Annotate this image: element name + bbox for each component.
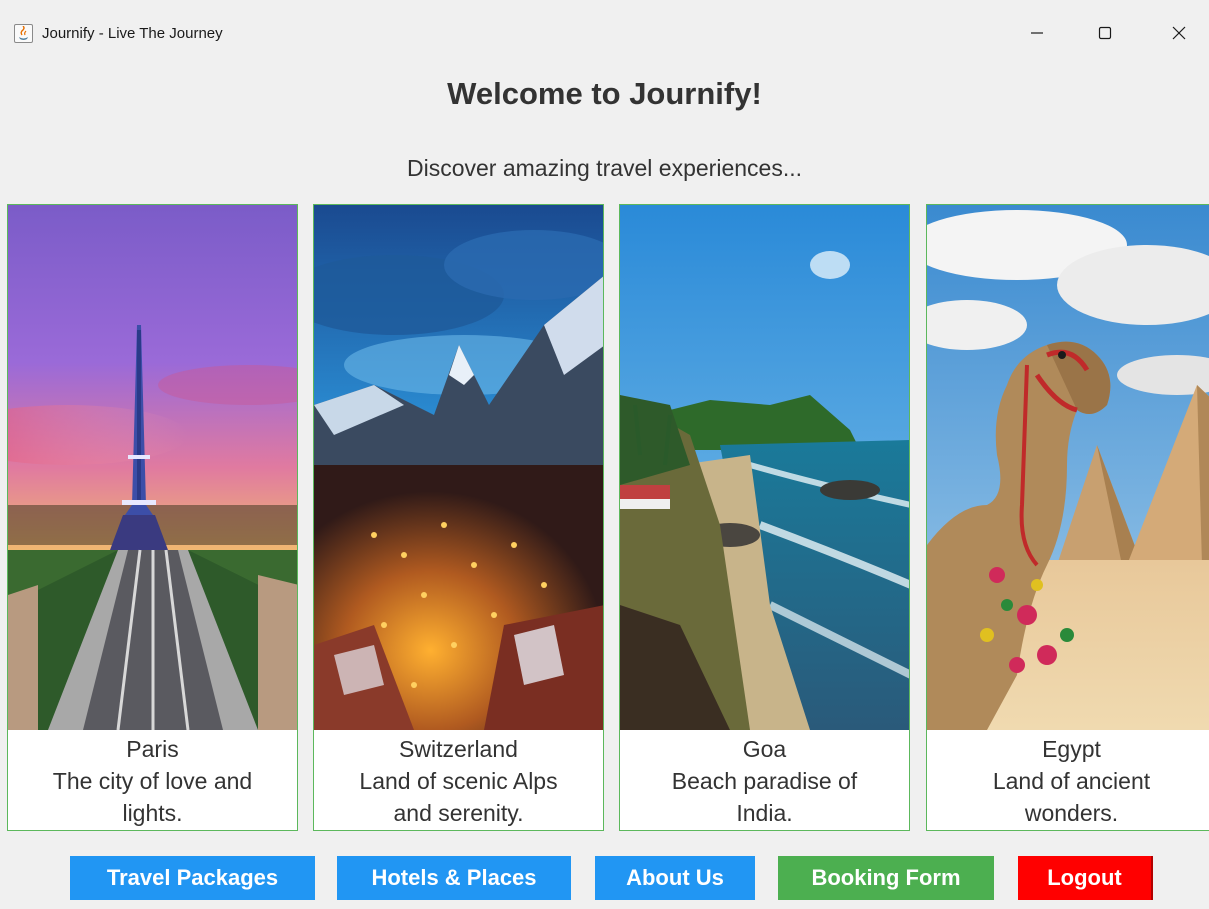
booking-form-button[interactable]: Booking Form: [778, 856, 994, 900]
destination-description-line: and serenity.: [393, 800, 524, 826]
camel-pyramids-photo: [927, 205, 1209, 730]
window-title: Journify - Live The Journey: [42, 25, 223, 42]
eiffel-tower-photo: [8, 205, 297, 730]
minimize-button[interactable]: [1014, 16, 1060, 50]
app-window: Journify - Live The Journey Welcome to J…: [0, 0, 1209, 909]
destination-name: Goa: [742, 736, 787, 762]
destination-description-line: lights.: [122, 800, 183, 826]
about-us-button[interactable]: About Us: [595, 856, 755, 900]
maximize-button[interactable]: [1082, 16, 1128, 50]
card-caption: Paris The city of love and lights.: [8, 733, 297, 829]
close-button[interactable]: [1156, 16, 1202, 50]
close-icon: [1172, 26, 1186, 40]
logout-button[interactable]: Logout: [1018, 856, 1153, 900]
travel-packages-button[interactable]: Travel Packages: [70, 856, 315, 900]
java-app-icon: [14, 24, 33, 43]
title-bar: Journify - Live The Journey: [0, 8, 1209, 58]
beach-coast-photo: [620, 205, 909, 730]
destination-card-goa[interactable]: Goa Beach paradise of India.: [619, 204, 910, 831]
destination-description-line: Land of ancient: [992, 768, 1151, 794]
maximize-icon: [1098, 26, 1112, 40]
destination-name: Paris: [126, 736, 179, 762]
destination-description-line: Beach paradise of: [671, 768, 858, 794]
destination-description-line: wonders.: [1024, 800, 1119, 826]
card-caption: Egypt Land of ancient wonders.: [927, 733, 1209, 829]
minimize-icon: [1031, 32, 1043, 34]
destination-description-line: Land of scenic Alps: [359, 768, 558, 794]
hotels-places-button[interactable]: Hotels & Places: [337, 856, 571, 900]
destination-card-paris[interactable]: Paris The city of love and lights.: [7, 204, 298, 831]
alps-village-photo: [314, 205, 603, 730]
destination-name: Egypt: [1042, 736, 1101, 762]
destination-description-line: India.: [736, 800, 793, 826]
card-caption: Switzerland Land of scenic Alps and sere…: [314, 733, 603, 829]
card-caption: Goa Beach paradise of India.: [620, 733, 909, 829]
destination-description-line: The city of love and: [52, 768, 253, 794]
destination-card-switzerland[interactable]: Switzerland Land of scenic Alps and sere…: [313, 204, 604, 831]
welcome-heading: Welcome to Journify!: [447, 76, 762, 111]
destination-name: Switzerland: [399, 736, 518, 762]
destination-card-egypt[interactable]: Egypt Land of ancient wonders.: [926, 204, 1209, 831]
tagline-text: Discover amazing travel experiences...: [407, 155, 802, 181]
